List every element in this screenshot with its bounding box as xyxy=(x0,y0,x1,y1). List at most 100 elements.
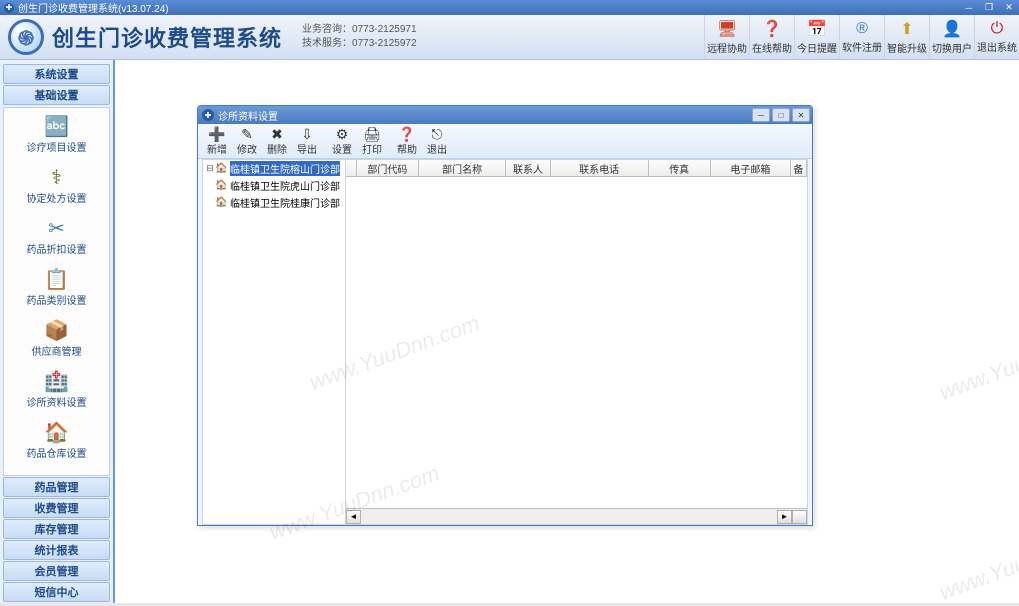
sidebar-item-2[interactable]: ✂药品折扣设置 xyxy=(4,210,109,261)
outer-titlebar: ✚ 创生门诊收费管理系统(v13.07.24) ─ ❐ ✕ xyxy=(0,0,1019,15)
house-icon: 🏠 xyxy=(215,197,228,209)
sidebar-section[interactable]: 会员管理 xyxy=(3,561,110,581)
header-tool-icon: 🖥 xyxy=(717,19,737,39)
inner-window: ✚ 诊所资料设置 ─ □ ✕ ➕新增✎修改✖删除⇩导出⚙设置🖨打印❓帮助⎋退出 … xyxy=(197,105,813,526)
sidebar-item-6[interactable]: 🏠药品仓库设置 xyxy=(4,414,109,465)
header-tool-label: 切换用户 xyxy=(932,40,972,55)
header-tool-0[interactable]: 🖥远程协助 xyxy=(704,15,749,59)
toolbar-label: 新增 xyxy=(207,141,227,156)
house-icon: 🏠 xyxy=(215,180,228,192)
sidebar-item-7[interactable]: 👥员工资料管理 xyxy=(4,465,109,476)
grid-column-header-0[interactable] xyxy=(346,160,357,176)
restore-button[interactable]: ❐ xyxy=(979,1,999,14)
toolbar-button-帮助[interactable]: ❓帮助 xyxy=(392,125,422,158)
contact-info: 业务咨询：0773-2125971 技术服务：0773-2125972 xyxy=(302,23,417,51)
toolbar-label: 退出 xyxy=(427,141,447,156)
tree-item-2[interactable]: 🏠临桂镇卫生院桂康门诊部 xyxy=(203,194,345,211)
app-icon: ✚ xyxy=(4,3,14,13)
inner-titlebar[interactable]: ✚ 诊所资料设置 ─ □ ✕ xyxy=(198,106,812,124)
sidebar-item-1[interactable]: ⚕协定处方设置 xyxy=(4,159,109,210)
scroll-right-button[interactable]: ► xyxy=(777,510,792,524)
tree-expand-icon[interactable]: ⊟ xyxy=(205,163,215,174)
header-tool-2[interactable]: 📅今日提醒 xyxy=(794,15,839,59)
grid-column-header-1[interactable]: 部门代码 xyxy=(357,160,419,176)
header-tool-label: 今日提醒 xyxy=(797,40,837,55)
header-tool-4[interactable]: ⬆智能升级 xyxy=(884,15,929,59)
header-tool-5[interactable]: 👤切换用户 xyxy=(929,15,974,59)
toolbar-icon: ➕ xyxy=(208,127,225,141)
tree-item-label: 临桂镇卫生院桂康门诊部 xyxy=(230,195,340,210)
grid-header: 部门代码部门名称联系人联系电话传真电子邮箱备 xyxy=(346,160,807,177)
toolbar-button-修改[interactable]: ✎修改 xyxy=(232,125,262,158)
scroll-track[interactable] xyxy=(361,510,777,524)
header-tool-3[interactable]: ®软件注册 xyxy=(839,15,884,59)
header-tool-6[interactable]: ⏻退出系统 xyxy=(974,15,1019,59)
sidebar-section[interactable]: 药品管理 xyxy=(3,477,110,497)
toolbar-button-新增[interactable]: ➕新增 xyxy=(202,125,232,158)
sidebar-item-4[interactable]: 📦供应商管理 xyxy=(4,312,109,363)
house-icon: 🏠 xyxy=(215,163,228,175)
sidebar-section[interactable]: 库存管理 xyxy=(3,519,110,539)
header-tool-icon: ❓ xyxy=(762,19,782,39)
grid-column-header-2[interactable]: 部门名称 xyxy=(419,160,506,176)
sidebar-item-label: 协定处方设置 xyxy=(27,190,87,205)
sidebar-section[interactable]: 统计报表 xyxy=(3,540,110,560)
toolbar-separator xyxy=(389,127,390,155)
sidebar-item-5[interactable]: 🏥诊所资料设置 xyxy=(4,363,109,414)
sidebar-item-label: 药品仓库设置 xyxy=(27,445,87,460)
toolbar-icon: ✖ xyxy=(271,127,283,141)
watermark: www.YuuDnn.com xyxy=(936,520,1019,606)
grid-column-header-6[interactable]: 电子邮箱 xyxy=(711,160,791,176)
tree-item-1[interactable]: 🏠临桂镇卫生院虎山门诊部 xyxy=(203,177,345,194)
sidebar-item-icon: 📦 xyxy=(44,317,70,343)
toolbar-label: 删除 xyxy=(267,141,287,156)
close-button[interactable]: ✕ xyxy=(999,1,1019,14)
grid-body xyxy=(346,177,807,508)
minimize-button[interactable]: ─ xyxy=(959,1,979,14)
grid-column-header-5[interactable]: 传真 xyxy=(649,160,711,176)
sidebar-item-icon: 👥 xyxy=(44,470,70,476)
toolbar-label: 设置 xyxy=(332,141,352,156)
header-band: ֍ 创生门诊收费管理系统 业务咨询：0773-2125971 技术服务：0773… xyxy=(0,15,1019,60)
logo-icon: ֍ xyxy=(8,19,44,55)
toolbar-button-退出[interactable]: ⎋退出 xyxy=(422,125,452,158)
toolbar-label: 修改 xyxy=(237,141,257,156)
toolbar-button-设置[interactable]: ⚙设置 xyxy=(327,125,357,158)
app-title: 创生门诊收费管理系统 xyxy=(52,21,282,53)
sidebar-section[interactable]: 短信中心 xyxy=(3,582,110,602)
sidebar-item-0[interactable]: 🔤诊疗项目设置 xyxy=(4,108,109,159)
sidebar-item-3[interactable]: 📋药品类别设置 xyxy=(4,261,109,312)
grid-column-header-3[interactable]: 联系人 xyxy=(506,160,551,176)
sidebar-section[interactable]: 基础设置 xyxy=(3,85,110,105)
sidebar-item-label: 供应商管理 xyxy=(32,343,82,358)
header-tool-label: 软件注册 xyxy=(842,39,882,54)
tree-item-0[interactable]: ⊟🏠临桂镇卫生院榕山门诊部 xyxy=(203,160,345,177)
header-tool-label: 退出系统 xyxy=(977,39,1017,54)
grid-hscroll[interactable]: ◄ ► xyxy=(346,508,807,524)
sidebar-section[interactable]: 系统设置 xyxy=(3,64,110,84)
header-tool-icon: 📅 xyxy=(807,19,827,39)
inner-toolbar: ➕新增✎修改✖删除⇩导出⚙设置🖨打印❓帮助⎋退出 xyxy=(198,124,812,159)
inner-minimize-button[interactable]: ─ xyxy=(752,108,770,122)
window-title: 创生门诊收费管理系统(v13.07.24) xyxy=(18,0,169,15)
sidebar-item-label: 药品折扣设置 xyxy=(27,241,87,256)
sidebar-item-label: 诊所资料设置 xyxy=(27,394,87,409)
scroll-left-button[interactable]: ◄ xyxy=(346,510,361,524)
watermark: www.YuuDnn.com xyxy=(936,320,1019,406)
sidebar-section[interactable]: 收费管理 xyxy=(3,498,110,518)
grid-column-header-4[interactable]: 联系电话 xyxy=(551,160,649,176)
tree-item-label: 临桂镇卫生院虎山门诊部 xyxy=(230,178,340,193)
inner-maximize-button[interactable]: □ xyxy=(772,108,790,122)
inner-close-button[interactable]: ✕ xyxy=(792,108,810,122)
toolbar-icon: ❓ xyxy=(398,127,415,141)
grid-column-header-7[interactable]: 备 xyxy=(791,160,807,176)
header-tool-1[interactable]: ❓在线帮助 xyxy=(749,15,794,59)
toolbar-button-删除[interactable]: ✖删除 xyxy=(262,125,292,158)
scroll-corner xyxy=(792,510,807,524)
workspace: ✚ 诊所资料设置 ─ □ ✕ ➕新增✎修改✖删除⇩导出⚙设置🖨打印❓帮助⎋退出 … xyxy=(115,60,1019,603)
toolbar-button-打印[interactable]: 🖨打印 xyxy=(357,125,387,158)
sidebar-item-icon: ⚕ xyxy=(44,164,70,190)
toolbar-button-导出[interactable]: ⇩导出 xyxy=(292,125,322,158)
contact-line2: 技术服务：0773-2125972 xyxy=(302,37,417,51)
sidebar: 系统设置基础设置 🔤诊疗项目设置⚕协定处方设置✂药品折扣设置📋药品类别设置📦供应… xyxy=(0,60,115,603)
